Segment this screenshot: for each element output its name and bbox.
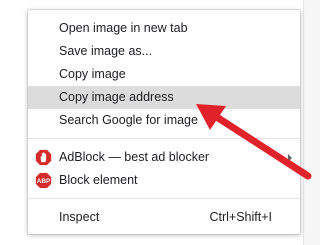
abp-icon: ABP <box>35 172 52 189</box>
menu-separator <box>28 198 300 199</box>
menu-item-label: Block element <box>59 173 138 187</box>
menu-item-label: AdBlock — best ad blocker <box>59 150 210 164</box>
menu-item-label: Copy image <box>59 67 126 81</box>
menu-item-adblock[interactable]: AdBlock — best ad blocker <box>28 146 300 169</box>
submenu-arrow-icon <box>288 154 292 162</box>
menu-item-search-google-for-image[interactable]: Search Google for image <box>28 109 300 132</box>
menu-item-label: Save image as... <box>59 44 153 58</box>
context-menu: Open image in new tab Save image as... C… <box>28 10 300 234</box>
menu-item-save-image-as[interactable]: Save image as... <box>28 40 300 63</box>
adblock-hand-icon <box>35 149 52 166</box>
menu-item-label: Search Google for image <box>59 113 198 127</box>
menu-item-label: Open image in new tab <box>59 21 188 35</box>
menu-item-copy-image-address[interactable]: Copy image address <box>28 86 300 109</box>
menu-item-block-element[interactable]: ABP Block element <box>28 169 300 192</box>
menu-item-open-image-new-tab[interactable]: Open image in new tab <box>28 17 300 40</box>
page-scrollbar-edge <box>303 0 320 245</box>
menu-item-label: Copy image address <box>59 90 174 104</box>
menu-item-inspect[interactable]: Inspect Ctrl+Shift+I <box>28 206 300 229</box>
menu-item-copy-image[interactable]: Copy image <box>28 63 300 86</box>
inspect-shortcut: Ctrl+Shift+I <box>209 210 272 224</box>
abp-icon-text: ABP <box>37 178 51 185</box>
menu-separator <box>28 138 300 139</box>
menu-item-label: Inspect <box>59 210 100 224</box>
